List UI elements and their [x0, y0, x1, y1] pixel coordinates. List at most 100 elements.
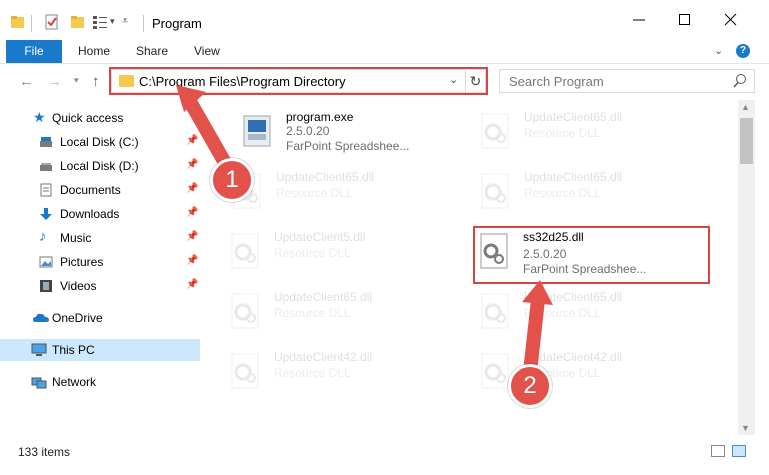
sidebar-item-pictures[interactable]: Pictures 📌	[0, 251, 200, 273]
tab-view[interactable]: View	[194, 40, 220, 63]
customize-toolbar-icon[interactable]: ⩡	[122, 15, 128, 28]
sidebar-item-downloads[interactable]: Downloads 📌	[0, 203, 200, 225]
pin-icon[interactable]: 📌	[186, 255, 198, 266]
sidebar-item-label: Network	[52, 375, 97, 389]
sidebar-item-quick-access[interactable]: ★ Quick access	[0, 107, 200, 129]
tab-home[interactable]: Home	[78, 40, 110, 63]
maximize-icon[interactable]	[677, 12, 693, 28]
search-icon[interactable]	[732, 73, 748, 89]
drive-icon	[40, 163, 52, 171]
file-version: 2.5.0.20	[286, 124, 330, 138]
vertical-scrollbar[interactable]: ▲ ▼	[738, 100, 755, 435]
back-icon[interactable]: ←	[19, 73, 34, 90]
pin-icon[interactable]: 📌	[186, 183, 198, 194]
navigation-pane: ★ Quick access Local Disk (C:) 📌 Local D…	[0, 100, 204, 440]
dll-file-icon	[481, 113, 509, 149]
file-item[interactable]: UpdateClient65.dll Resource DLL	[460, 162, 700, 220]
file-description: FarPoint Spreadshee...	[286, 139, 410, 153]
sidebar-item-documents[interactable]: Documents 📌	[0, 179, 200, 201]
network-icon	[31, 377, 47, 389]
pictures-icon	[39, 256, 53, 268]
search-input[interactable]: Search Program	[499, 69, 755, 93]
pin-icon[interactable]: 📌	[186, 135, 198, 146]
sidebar-item-this-pc[interactable]: This PC	[0, 339, 200, 361]
item-count: 133 items	[18, 445, 71, 459]
computer-icon	[31, 343, 47, 356]
dll-file-icon	[481, 173, 509, 209]
file-description: Resource DLL	[524, 186, 601, 200]
sidebar-item-label: Local Disk (D:)	[60, 159, 139, 173]
sidebar-item-label: OneDrive	[52, 311, 103, 325]
downloads-icon	[40, 208, 52, 220]
videos-icon	[40, 280, 52, 292]
file-item[interactable]: UpdateClient65.dll Resource DLL	[460, 102, 700, 160]
properties-icon[interactable]	[44, 14, 60, 30]
file-name: UpdateClient42.dll	[274, 350, 373, 364]
file-item[interactable]: UpdateClient65.dll Resource DLL	[210, 282, 450, 340]
help-icon[interactable]: ?	[736, 44, 750, 58]
dll-file-icon	[481, 353, 509, 389]
file-item[interactable]: UpdateClient65.dll Resource DLL	[460, 282, 700, 340]
file-description: Resource DLL	[524, 126, 601, 140]
sidebar-item-label: Music	[60, 231, 92, 245]
sidebar-item-videos[interactable]: Videos 📌	[0, 275, 200, 297]
file-description: Resource DLL	[274, 366, 351, 380]
tab-share[interactable]: Share	[136, 40, 168, 63]
sidebar-item-local-disk-c[interactable]: Local Disk (C:) 📌	[0, 131, 200, 153]
details-view-icon[interactable]	[711, 445, 725, 457]
minimize-icon[interactable]	[631, 12, 647, 28]
qa-divider	[31, 15, 32, 32]
step-badge-1: 1	[210, 158, 254, 202]
sidebar-item-label: Videos	[60, 279, 97, 293]
file-item[interactable]: program.exe 2.5.0.20 FarPoint Spreadshee…	[222, 102, 462, 160]
pin-icon[interactable]: 📌	[186, 279, 198, 290]
forward-icon[interactable]: →	[47, 73, 62, 90]
file-item[interactable]: UpdateClient42.dll Resource DLL	[460, 342, 700, 400]
sidebar-item-local-disk-d[interactable]: Local Disk (D:) 📌	[0, 155, 200, 177]
sidebar-item-label: Documents	[60, 183, 121, 197]
file-name: UpdateClient65.dll	[524, 290, 623, 304]
sidebar-item-music[interactable]: ♪ Music 📌	[0, 227, 200, 249]
file-description: Resource DLL	[274, 246, 351, 260]
dll-file-icon	[481, 293, 509, 329]
documents-icon	[40, 183, 52, 197]
dll-file-icon	[231, 293, 259, 329]
star-icon: ★	[33, 109, 46, 125]
explorer-window: ▾ ⩡ Program File Home Share View ⌄ ? ← →…	[0, 0, 769, 475]
new-folder-icon[interactable]	[70, 14, 86, 30]
title-bar: ▾ ⩡ Program	[0, 0, 769, 40]
dropdown-icon[interactable]: ▾	[110, 16, 115, 27]
pin-icon[interactable]: 📌	[186, 159, 198, 170]
status-bar: 133 items	[0, 440, 769, 475]
file-name: UpdateClient65.dll	[524, 110, 623, 124]
sidebar-item-label: Downloads	[60, 207, 120, 221]
sidebar-item-onedrive[interactable]: OneDrive	[0, 307, 200, 329]
file-item[interactable]: UpdateClient42.dll Resource DLL	[210, 342, 450, 400]
dll-file-icon	[231, 233, 259, 269]
up-icon[interactable]: ↑	[92, 73, 100, 90]
large-icons-view-icon[interactable]	[732, 445, 746, 457]
scroll-up-icon[interactable]: ▲	[741, 102, 750, 112]
address-highlight	[109, 67, 488, 95]
file-name: program.exe	[286, 110, 354, 124]
file-name: UpdateClient65.dll	[276, 170, 375, 184]
file-description: Resource DLL	[276, 186, 353, 200]
file-item[interactable]: UpdateClient5.dll Resource DLL	[210, 222, 450, 280]
sidebar-item-network[interactable]: Network	[0, 371, 200, 393]
sidebar-item-label: Local Disk (C:)	[60, 135, 139, 149]
expand-ribbon-icon[interactable]: ⌄	[714, 44, 723, 57]
dll-file-icon	[231, 353, 259, 389]
file-highlight	[473, 226, 710, 284]
scroll-down-icon[interactable]: ▼	[741, 423, 750, 433]
close-icon[interactable]	[723, 12, 739, 28]
folder-icon	[11, 16, 24, 28]
ribbon-tabs: File Home Share View ⌄ ?	[0, 40, 769, 64]
recent-locations-icon[interactable]: ▾	[74, 75, 79, 86]
view-options-icon[interactable]	[92, 14, 108, 30]
music-icon: ♪	[39, 228, 47, 245]
pin-icon[interactable]: 📌	[186, 231, 198, 242]
scroll-thumb[interactable]	[740, 118, 753, 164]
sidebar-item-label: This PC	[52, 343, 95, 357]
pin-icon[interactable]: 📌	[186, 207, 198, 218]
tab-file[interactable]: File	[6, 40, 62, 63]
